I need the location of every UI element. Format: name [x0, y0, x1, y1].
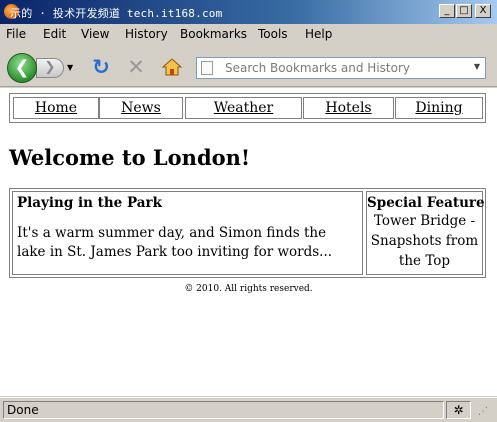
nav-link-home[interactable]: Home [35, 100, 77, 116]
history-dropdown-icon[interactable]: ▼ [67, 63, 73, 72]
article-title: Playing in the Park [17, 195, 162, 211]
site-nav: Home News Weather Hotels Dining [9, 93, 486, 123]
nav-cell-dining: Dining [395, 97, 483, 119]
back-button[interactable]: ❮ [7, 53, 37, 83]
forward-arrow-icon: ❯ [44, 60, 56, 75]
nav-link-news[interactable]: News [121, 100, 161, 116]
menu-bookmarks[interactable]: Bookmarks [180, 27, 247, 41]
content-table: Playing in the Park It's a warm summer d… [9, 188, 486, 278]
nav-cell-weather: Weather [185, 97, 302, 119]
nav-cell-home: Home [13, 97, 99, 119]
window-title: 示的 · 投术开发频道 tech.it168.com [10, 7, 223, 20]
feature-body: Tower Bridge - Snapshots from the Top [370, 213, 479, 269]
feature-cell: Special Feature Tower Bridge - Snapshots… [366, 191, 485, 275]
nav-link-weather[interactable]: Weather [214, 100, 274, 116]
feature-title: Special Feature [367, 195, 485, 211]
page-heading: Welcome to London! [9, 145, 251, 170]
home-icon[interactable] [161, 56, 183, 78]
title-bar[interactable]: 示的 · 投术开发频道 tech.it168.com _ □ X [0, 0, 497, 24]
resize-grip-icon[interactable]: ⋰ [478, 404, 494, 420]
menu-file[interactable]: File [6, 27, 26, 41]
menu-help[interactable]: Help [305, 27, 332, 41]
address-input[interactable]: Search Bookmarks and History [225, 61, 410, 75]
close-button[interactable]: X [475, 4, 491, 18]
copyright-footer: © 2010. All rights reserved. [184, 284, 313, 294]
article-cell: Playing in the Park It's a warm summer d… [12, 191, 363, 275]
article-body: It's a warm summer day, and Simon finds … [17, 225, 333, 260]
nav-cell-hotels: Hotels [303, 97, 394, 119]
nav-cell-news: News [99, 97, 183, 119]
address-bar[interactable]: Search Bookmarks and History ▼ [196, 57, 486, 79]
menu-history[interactable]: History [125, 27, 168, 41]
minimize-button[interactable]: _ [439, 4, 455, 18]
page-icon [201, 61, 213, 75]
reload-icon[interactable]: ↻ [90, 56, 112, 78]
navigation-toolbar: ❯ ❮ ▼ ↻ ✕ Search Bookmarks and History ▼ [0, 45, 497, 87]
forward-button[interactable]: ❯ [36, 58, 64, 78]
menu-tools[interactable]: Tools [258, 27, 288, 41]
nav-link-dining[interactable]: Dining [415, 100, 462, 116]
back-arrow-icon: ❮ [14, 57, 30, 78]
menu-view[interactable]: View [81, 27, 109, 41]
nav-link-hotels[interactable]: Hotels [325, 100, 371, 116]
status-bar: Done ✲ ⋰ [0, 397, 497, 422]
status-text: Done [3, 401, 444, 419]
menu-bar: File Edit View History Bookmarks Tools H… [0, 24, 497, 44]
addon-bug-icon[interactable]: ✲ [446, 401, 471, 419]
stop-icon[interactable]: ✕ [125, 56, 147, 78]
maximize-button[interactable]: □ [456, 4, 472, 18]
menu-edit[interactable]: Edit [43, 27, 66, 41]
address-dropdown-icon[interactable]: ▼ [474, 62, 480, 71]
web-page: Home News Weather Hotels Dining Welcome … [0, 88, 497, 396]
